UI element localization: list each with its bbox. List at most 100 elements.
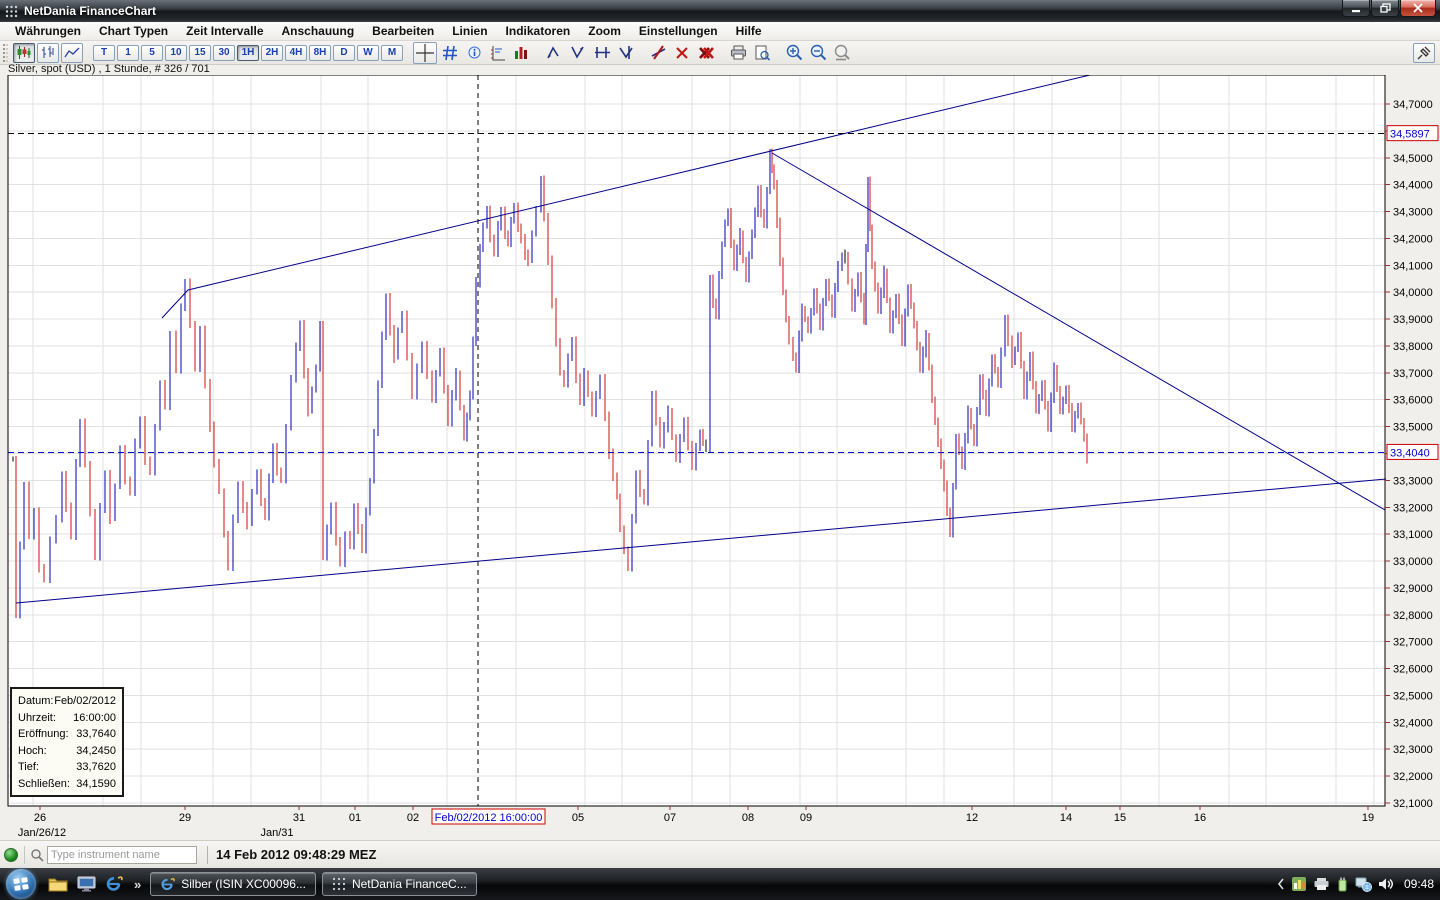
channel-line-icon [570,45,587,60]
instrument-search-input[interactable] [47,846,197,864]
double-red-x-icon [698,46,715,60]
trendline-tool-button[interactable] [543,43,565,63]
trendline2-tool-button[interactable] [567,43,589,63]
chart-region: 34,700034,600034,500034,400034,300034,20… [0,75,1440,840]
delete-selected-button[interactable] [671,43,693,63]
zoom-reset-button[interactable] [831,43,853,63]
ohlc-bars-icon [40,45,56,60]
svg-text:34,3000: 34,3000 [1393,207,1433,219]
red-x-icon [675,46,689,60]
title-bar[interactable]: NetDania FinanceChart [0,0,1440,22]
delete-all-button[interactable] [695,43,717,63]
quicklaunch-overflow-chevron[interactable]: » [134,877,141,892]
svg-text:Jan/31: Jan/31 [260,827,293,839]
delete-line-button[interactable] [647,43,669,63]
quicklaunch-desktop-button[interactable] [75,873,97,895]
tooltip-value: 33,7620 [76,759,116,776]
volume-button[interactable] [511,43,533,63]
menu-chart-typen[interactable]: Chart Typen [90,23,177,39]
grid-toggle-button[interactable] [439,43,461,63]
svg-text:02: 02 [407,812,419,824]
zoom-out-button[interactable] [807,43,829,63]
crosshair-button[interactable] [413,42,437,64]
interval-tick-button[interactable]: T [93,45,115,61]
menu-hilfe[interactable]: Hilfe [727,23,771,39]
interval-week-button[interactable]: W [357,45,379,61]
tray-expand-chevron[interactable] [1277,878,1285,890]
print-preview-icon [754,45,770,61]
print-button[interactable] [727,43,749,63]
hline-tool-button[interactable] [591,43,613,63]
svg-text:19: 19 [1362,812,1374,824]
svg-text:33,5000: 33,5000 [1393,422,1433,434]
tray-printer-icon[interactable] [1313,877,1330,891]
vline-tool-button[interactable] [615,43,637,63]
tooltip-value: 34,1590 [76,776,116,793]
toolbar-pin-button[interactable] [1413,43,1435,63]
menu-linien[interactable]: Linien [443,23,496,39]
toolbar-grip[interactable] [3,44,8,62]
tray-power-icon[interactable] [1336,877,1349,892]
svg-text:15: 15 [1114,812,1126,824]
tray-volume-icon[interactable] [1378,877,1395,891]
hash-grid-icon [442,45,458,61]
info-button[interactable] [463,43,485,63]
info-icon [468,46,481,59]
tooltip-value: 33,7640 [76,726,116,743]
svg-text:33,1000: 33,1000 [1393,529,1433,541]
tooltip-value: Feb/02/2012 [54,693,116,710]
tray-network-icon[interactable] [1355,877,1372,892]
interval-2h-button[interactable]: 2H [261,45,283,61]
menu-zoom[interactable]: Zoom [579,23,630,39]
quicklaunch-ie-button[interactable] [103,873,125,895]
window-title: NetDania FinanceChart [24,4,156,18]
interval-5m-button[interactable]: 5 [141,45,163,61]
svg-text:14: 14 [1060,812,1072,824]
print-preview-button[interactable] [751,43,773,63]
svg-text:32,3000: 32,3000 [1393,744,1433,756]
svg-text:Jan/26/12: Jan/26/12 [18,827,66,839]
svg-text:34,1000: 34,1000 [1393,260,1433,272]
interval-4h-button[interactable]: 4H [285,45,307,61]
interval-day-button[interactable]: D [333,45,355,61]
restore-button[interactable] [1371,0,1399,17]
svg-text:12: 12 [966,812,978,824]
menu-anschauung[interactable]: Anschauung [273,23,364,39]
interval-1h-button[interactable]: 1H [237,45,259,61]
start-button[interactable] [6,869,36,899]
minimize-button[interactable] [1342,0,1370,17]
svg-text:34,4000: 34,4000 [1393,180,1433,192]
menu-waehrungen[interactable]: Währungen [6,23,90,39]
interval-30m-button[interactable]: 30 [213,45,235,61]
quicklaunch-folder-button[interactable] [47,873,69,895]
pushpin-icon [1417,46,1431,60]
data-labels-button[interactable] [487,43,509,63]
taskbar-button-silber[interactable]: Silber (ISIN XC00096... [150,872,316,896]
menu-zeit-intervalle[interactable]: Zeit Intervalle [177,23,272,39]
app-timestamp: 14 Feb 2012 09:48:29 MEZ [216,847,376,862]
svg-text:07: 07 [664,812,676,824]
zoom-in-icon [786,44,803,61]
close-button[interactable] [1400,0,1436,17]
taskbar-button-netdania[interactable]: NetDania FinanceC... [322,872,477,896]
chart-type-candlestick-button[interactable] [13,43,35,63]
price-chart[interactable]: 34,700034,600034,500034,400034,300034,20… [0,75,1440,840]
menu-einstellungen[interactable]: Einstellungen [630,23,727,39]
tooltip-label: Datum: [18,693,53,710]
svg-text:32,4000: 32,4000 [1393,717,1433,729]
zoom-in-button[interactable] [783,43,805,63]
chart-type-ohlc-button[interactable] [37,43,59,63]
svg-text:34,5000: 34,5000 [1393,153,1433,165]
chart-type-line-button[interactable] [61,43,83,63]
interval-8h-button[interactable]: 8H [309,45,331,61]
interval-month-button[interactable]: M [381,45,403,61]
taskbar-clock[interactable]: 09:48 [1404,877,1434,891]
interval-1m-button[interactable]: 1 [117,45,139,61]
menu-indikatoren[interactable]: Indikatoren [497,23,580,39]
interval-10m-button[interactable]: 10 [165,45,187,61]
menu-bearbeiten[interactable]: Bearbeiten [363,23,443,39]
interval-15m-button[interactable]: 15 [189,45,211,61]
tray-app-icon[interactable] [1291,876,1307,892]
volume-bars-icon [514,45,530,60]
tooltip-value: 34,2450 [76,743,116,760]
